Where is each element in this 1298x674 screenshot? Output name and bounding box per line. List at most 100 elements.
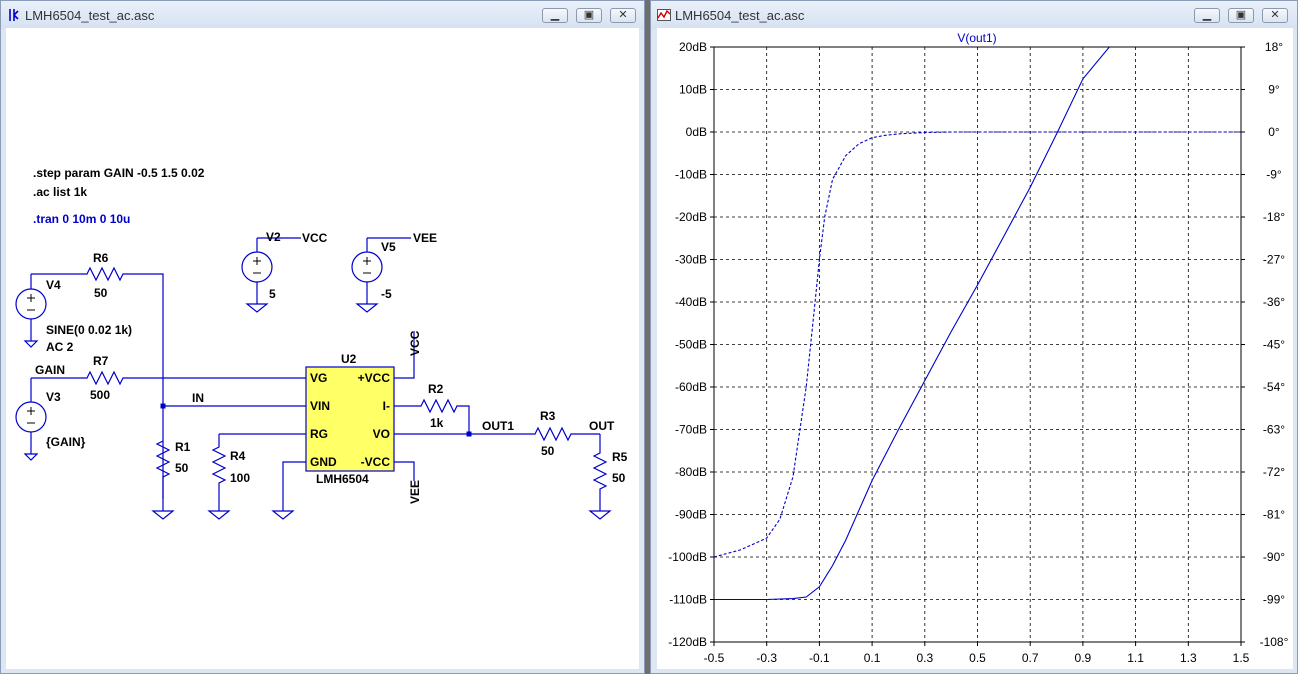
directive-tran[interactable]: .tran 0 10m 0 10u [33,212,130,226]
r1-ref[interactable]: R1 [175,440,191,454]
v5-source-symbol [351,251,383,283]
y2-tick-label: -27° [1263,253,1285,267]
y2-tick-label: -63° [1263,423,1285,437]
schematic-titlebar[interactable]: LMH6504_test_ac.asc ▁ ▣ ✕ [1,1,644,29]
waveform-app-icon [657,9,671,21]
y-tick-label: -110dB [669,593,707,607]
y-tick-label: -100dB [668,550,707,564]
u2-pin-vccm: -VCC [361,455,391,469]
net-label-gain[interactable]: GAIN [35,363,65,377]
x-tick-label: 1.3 [1180,651,1197,665]
y-tick-label: -10dB [675,168,707,182]
r5-ref[interactable]: R5 [612,450,628,464]
u2-pin-vg: VG [310,371,327,385]
u2-ref[interactable]: U2 [341,352,357,366]
restore-button[interactable]: ▣ [576,8,602,23]
v3-ref[interactable]: V3 [46,390,61,404]
u2-pin-rg: RG [310,427,328,441]
y-tick-label: 0dB [686,125,707,139]
v4-source-symbol [15,288,47,320]
v4-ac-value[interactable]: AC 2 [46,340,74,354]
x-tick-label: -0.5 [704,651,725,665]
close-icon: ✕ [1270,9,1280,21]
y-tick-label: -50dB [675,338,707,352]
y-tick-label: -40dB [675,295,707,309]
v5-value[interactable]: -5 [381,287,392,301]
r3-value[interactable]: 50 [541,444,555,458]
waveform-canvas[interactable]: V(out1) -0.5 -0.3 -0.1 0.1 0.3 0.5 0.7 0.9 1.1 1.… [657,28,1293,669]
u2-pin-im: I- [383,399,390,413]
junction-in [160,403,166,409]
directive-ac[interactable]: .ac list 1k [33,185,87,199]
y2-tick-label: -45° [1263,338,1285,352]
waveform-title: LMH6504_test_ac.asc [675,8,805,23]
net-label-in[interactable]: IN [192,391,204,405]
x-tick-label: 0.1 [864,651,881,665]
waveform-plot[interactable]: V(out1) -0.5 -0.3 -0.1 0.1 0.3 0.5 0.7 0.9 1.1 1.… [657,28,1293,669]
r2-ref[interactable]: R2 [428,382,444,396]
r7-value[interactable]: 500 [90,388,110,402]
restore-icon: ▣ [583,9,595,21]
schematic-drawing: .step param GAIN -0.5 1.5 0.02 .ac list … [15,166,628,520]
y-tick-label: -30dB [675,253,707,267]
v2-source-symbol [241,251,273,283]
y-tick-label: -60dB [675,380,707,394]
net-label-vcc-u2[interactable]: VCC [408,330,422,356]
y2-tick-label: -108° [1260,635,1289,649]
y2-tick-label: -90° [1263,550,1285,564]
x-tick-label: 0.7 [1022,651,1039,665]
minimize-icon: ▁ [1202,9,1212,21]
r3-ref[interactable]: R3 [540,409,556,423]
y-tick-label: -70dB [675,423,707,437]
v3-value[interactable]: {GAIN} [46,435,86,449]
minimize-button[interactable]: ▁ [1194,8,1220,23]
waveform-titlebar[interactable]: LMH6504_test_ac.asc ▁ ▣ ✕ [651,1,1297,29]
v4-value[interactable]: SINE(0 0.02 1k) [46,323,132,337]
u2-pin-vccp: +VCC [358,371,391,385]
v5-ref[interactable]: V5 [381,240,396,254]
directive-step[interactable]: .step param GAIN -0.5 1.5 0.02 [33,166,205,180]
u2-pin-gnd: GND [310,455,337,469]
schematic-canvas[interactable]: .step param GAIN -0.5 1.5 0.02 .ac list … [6,28,639,669]
net-label-out1[interactable]: OUT1 [482,419,514,433]
schematic-window: LMH6504_test_ac.asc ▁ ▣ ✕ .step param GA… [0,0,645,674]
x-tick-label: 0.3 [916,651,933,665]
r4-ref[interactable]: R4 [230,449,246,463]
trace-label-vout1[interactable]: V(out1) [957,31,996,45]
y2-tick-label: 18° [1265,40,1283,54]
u2-pin-vin: VIN [310,399,330,413]
y2-tick-label: -99° [1263,593,1285,607]
x-tick-label: -0.1 [809,651,830,665]
r6-value[interactable]: 50 [94,286,108,300]
x-tick-label: 1.5 [1233,651,1250,665]
restore-button[interactable]: ▣ [1228,8,1254,23]
minimize-button[interactable]: ▁ [542,8,568,23]
r1-value[interactable]: 50 [175,461,189,475]
close-button[interactable]: ✕ [1262,8,1288,23]
y2-tick-label: -9° [1266,168,1282,182]
minimize-icon: ▁ [550,9,560,21]
net-label-vee-u2[interactable]: VEE [408,480,422,504]
y2-tick-label: 9° [1268,83,1280,97]
x-tick-label: -0.3 [756,651,777,665]
y2-tick-label: -81° [1263,508,1285,522]
v2-ref[interactable]: V2 [266,230,281,244]
y-tick-label: -20dB [675,210,707,224]
r4-value[interactable]: 100 [230,471,250,485]
y2-tick-label: -54° [1263,380,1285,394]
net-label-vee-top[interactable]: VEE [413,231,437,245]
v2-value[interactable]: 5 [269,287,276,301]
y-tick-label: -120dB [668,635,707,649]
r5-value[interactable]: 50 [612,471,626,485]
u2-part[interactable]: LMH6504 [316,472,369,486]
close-button[interactable]: ✕ [610,8,636,23]
y2-tick-label: -18° [1263,210,1285,224]
r6-ref[interactable]: R6 [93,251,109,265]
net-label-vcc-top[interactable]: VCC [302,231,328,245]
y-tick-label: 10dB [679,83,707,97]
r2-value[interactable]: 1k [430,416,444,430]
r7-ref[interactable]: R7 [93,354,109,368]
x-tick-label: 0.5 [969,651,986,665]
v4-ref[interactable]: V4 [46,278,61,292]
net-label-out[interactable]: OUT [589,419,615,433]
